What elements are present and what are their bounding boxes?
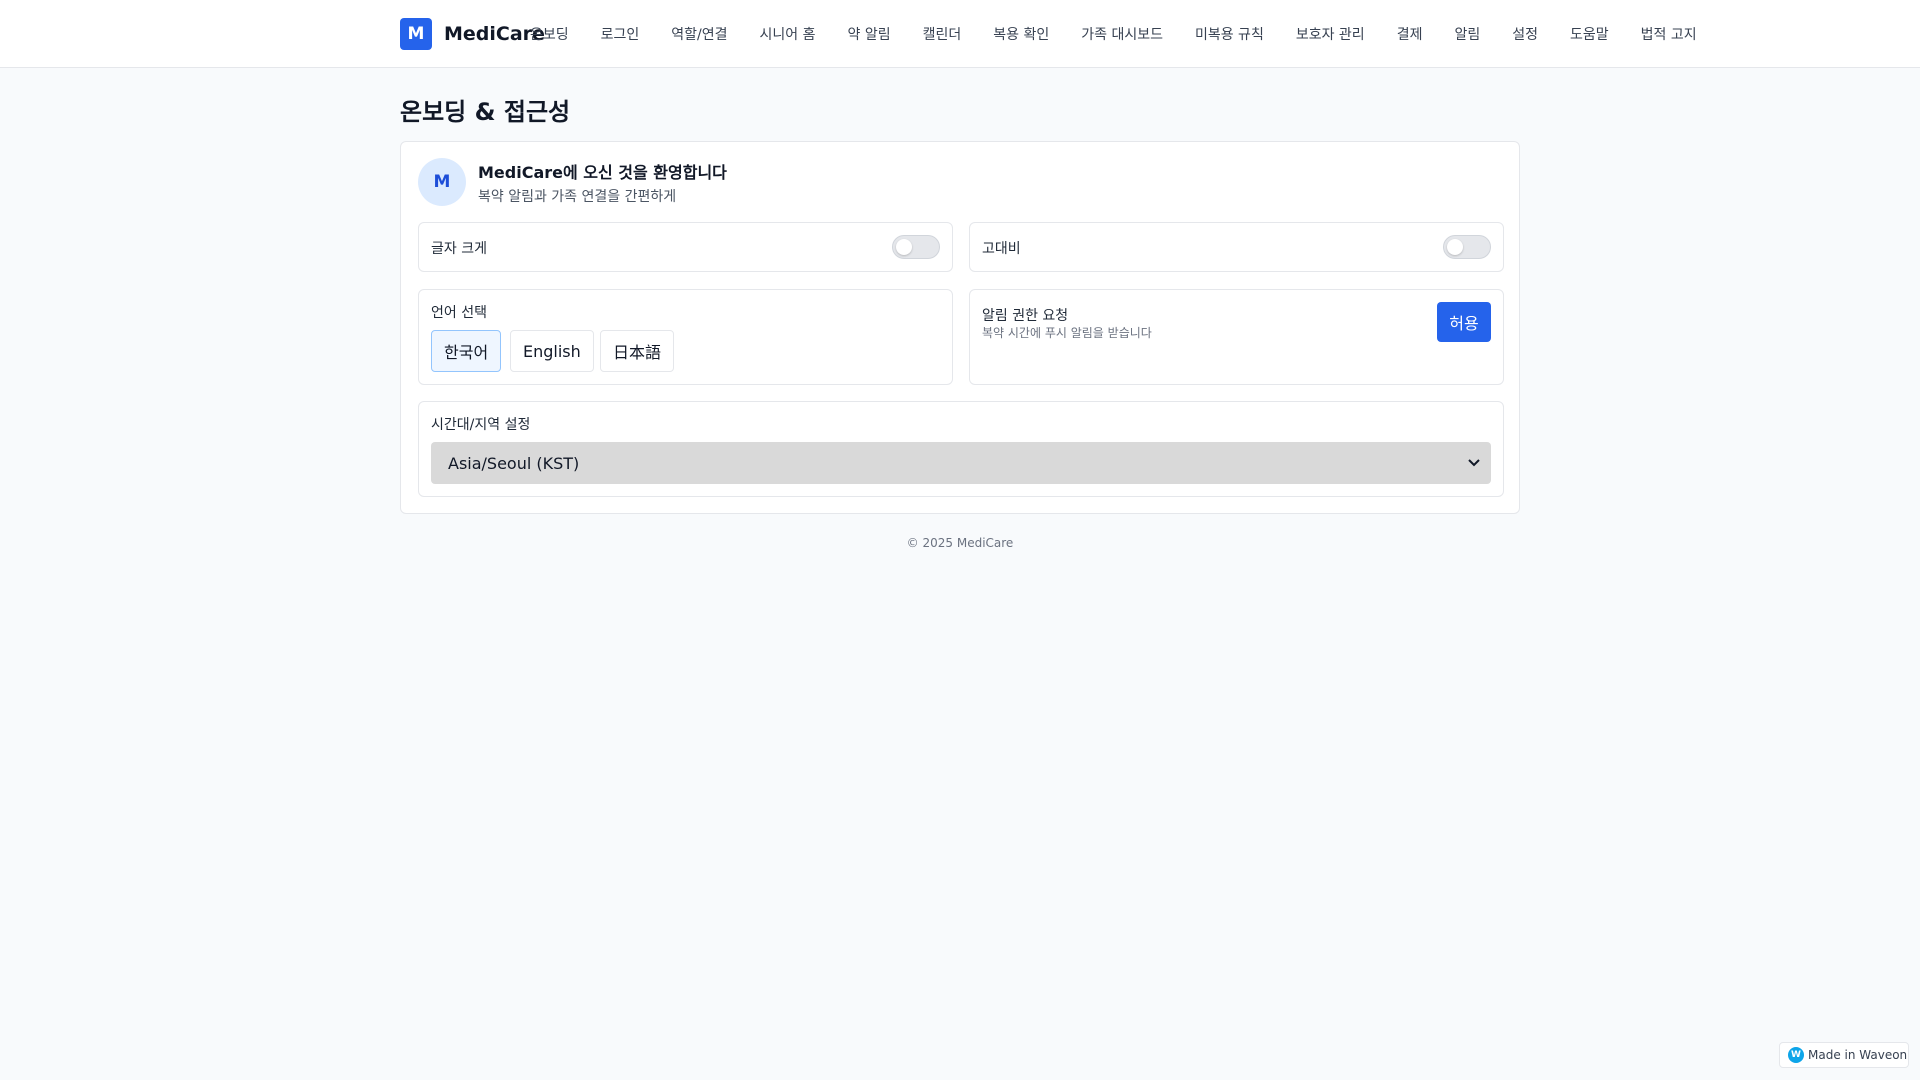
font-size-toggle[interactable] [892,235,940,259]
nav-item-legal[interactable]: 법적 고지 [1641,24,1697,44]
timezone-value: Asia/Seoul (KST) [448,453,580,473]
nav-item-family-dashboard[interactable]: 가족 대시보드 [1081,24,1163,44]
chevron-down-icon [1468,459,1480,467]
page-title: 온보딩 & 접근성 [400,98,571,126]
made-in-waveon-badge[interactable]: W Made in Waveon [1779,1042,1909,1068]
toggle-knob [1447,239,1463,255]
nav-item-med-reminder[interactable]: 약 알림 [848,24,891,44]
lang-option-english[interactable]: English [510,330,594,372]
brand-logo-icon: M [400,18,432,50]
onboarding-card: M MediCare에 오신 것을 환영합니다 복약 알림과 가족 연결을 간편… [400,141,1520,514]
welcome-title: MediCare에 오신 것을 환영합니다 [478,162,727,182]
welcome-header: M MediCare에 오신 것을 환영합니다 복약 알림과 가족 연결을 간편… [418,158,727,206]
nav-item-settings[interactable]: 설정 [1512,24,1538,44]
notification-description: 복약 시간에 푸시 알림을 받습니다 [982,326,1152,340]
timezone-label: 시간대/지역 설정 [431,417,531,433]
nav-item-help[interactable]: 도움말 [1570,24,1609,44]
lang-option-japanese[interactable]: 日本語 [600,330,675,372]
nav-item-onboarding[interactable]: 온보딩 [530,24,569,44]
badge-text: Made in Waveon [1808,1048,1908,1062]
top-header: M MediCare 온보딩 로그인 역할/연결 시니어 홈 약 알림 캘린더 … [0,0,1920,68]
main-nav: 온보딩 로그인 역할/연결 시니어 홈 약 알림 캘린더 복용 확인 가족 대시… [530,0,1697,68]
timezone-panel: 시간대/지역 설정 Asia/Seoul (KST) [418,401,1504,497]
allow-notifications-button[interactable]: 허용 [1437,302,1491,342]
nav-item-payment[interactable]: 결제 [1397,24,1423,44]
toggle-knob [896,239,912,255]
notification-label: 알림 권한 요청 [982,308,1069,324]
timezone-select[interactable]: Asia/Seoul (KST) [431,442,1491,484]
footer: © 2025 MediCare [906,536,1014,550]
nav-item-guardian[interactable]: 보호자 관리 [1296,24,1365,44]
notification-panel: 알림 권한 요청 복약 시간에 푸시 알림을 받습니다 허용 [969,289,1504,385]
waveon-logo-icon: W [1788,1047,1804,1063]
high-contrast-label: 고대비 [982,241,1021,257]
lang-option-korean[interactable]: 한국어 [431,330,502,372]
brand[interactable]: M MediCare [400,18,545,50]
nav-item-role-connect[interactable]: 역할/연결 [671,24,727,44]
high-contrast-toggle[interactable] [1443,235,1491,259]
welcome-subtitle: 복약 알림과 가족 연결을 간편하게 [478,188,677,205]
nav-item-missed-rules[interactable]: 미복용 규칙 [1195,24,1264,44]
language-panel: 언어 선택 한국어 English 日本語 [418,289,953,385]
high-contrast-panel: 고대비 [969,222,1504,272]
language-label: 언어 선택 [431,305,487,321]
avatar: M [418,158,466,206]
font-size-label: 글자 크게 [431,241,487,257]
nav-item-notifications[interactable]: 알림 [1454,24,1480,44]
font-size-panel: 글자 크게 [418,222,953,272]
nav-item-dose-check[interactable]: 복용 확인 [993,24,1049,44]
nav-item-senior-home[interactable]: 시니어 홈 [760,24,816,44]
nav-item-login[interactable]: 로그인 [601,24,640,44]
nav-item-calendar[interactable]: 캘린더 [923,24,962,44]
